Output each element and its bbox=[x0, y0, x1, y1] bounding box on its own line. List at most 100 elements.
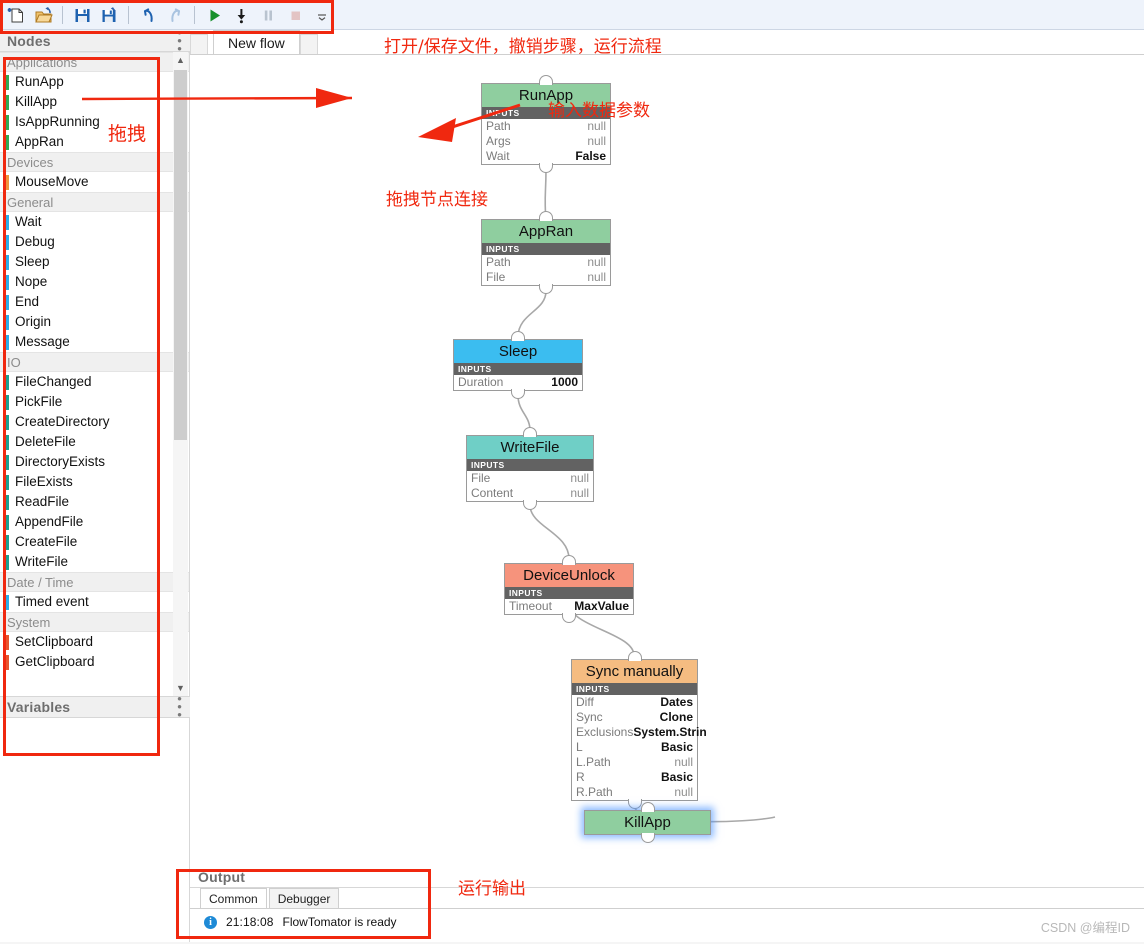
node-list-item-timed-event[interactable]: Timed event bbox=[0, 592, 189, 612]
node-input-value[interactable]: null bbox=[587, 255, 606, 270]
toolbar-overflow-button[interactable] bbox=[310, 3, 334, 27]
node-input-value[interactable]: null bbox=[587, 119, 606, 134]
node-output-port[interactable] bbox=[562, 613, 576, 623]
scroll-up-arrow-icon[interactable]: ▲ bbox=[173, 52, 188, 68]
node-input-row[interactable]: L Basic bbox=[572, 740, 697, 755]
node-input-value[interactable]: null bbox=[570, 471, 589, 486]
node-list-item-end[interactable]: End bbox=[0, 292, 189, 312]
variables-list[interactable] bbox=[0, 718, 190, 944]
node-input-value[interactable]: Basic bbox=[661, 740, 693, 755]
stop-button[interactable] bbox=[283, 3, 307, 27]
node-input-port[interactable] bbox=[640, 802, 655, 812]
node-list-item-mousemove[interactable]: MouseMove bbox=[0, 172, 189, 192]
node-input-value[interactable]: System.Strin bbox=[633, 725, 706, 740]
node-input-row[interactable]: Wait False bbox=[482, 149, 610, 164]
node-input-value[interactable]: null bbox=[674, 755, 693, 770]
variables-panel-menu-icon[interactable]: • • • bbox=[176, 692, 184, 721]
node-output-port[interactable] bbox=[511, 389, 525, 399]
node-input-port[interactable] bbox=[523, 427, 537, 437]
nodes-panel-menu-icon[interactable]: • • • bbox=[176, 26, 184, 55]
node-list-item-setclipboard[interactable]: SetClipboard bbox=[0, 632, 189, 652]
new-file-button[interactable] bbox=[4, 3, 28, 27]
node-input-value[interactable]: null bbox=[570, 486, 589, 501]
node-output-port[interactable] bbox=[627, 799, 642, 809]
node-input-row[interactable]: Diff Dates bbox=[572, 695, 697, 710]
node-list-item-isapprunning[interactable]: IsAppRunning bbox=[0, 112, 189, 132]
node-list-item-directoryexists[interactable]: DirectoryExists bbox=[0, 452, 189, 472]
node-input-row[interactable]: Args null bbox=[482, 134, 610, 149]
redo-button[interactable] bbox=[163, 3, 187, 27]
tab-new-flow[interactable]: New flow bbox=[213, 30, 300, 54]
node-list-item-message[interactable]: Message bbox=[0, 332, 189, 352]
nodes-list[interactable]: Applications RunApp KillApp IsAppRunning App… bbox=[0, 52, 190, 696]
node-input-row[interactable]: Timeout MaxValue bbox=[505, 599, 633, 614]
node-input-row[interactable]: File null bbox=[482, 270, 610, 285]
flow-canvas[interactable]: RunApp INPUTS Path null Args null Wait False App… bbox=[190, 55, 1144, 865]
flow-node-appran[interactable]: AppRan INPUTS Path null File null bbox=[481, 211, 611, 294]
node-list-item-debug[interactable]: Debug bbox=[0, 232, 189, 252]
node-input-value[interactable]: Dates bbox=[660, 695, 693, 710]
tab-strip-right-stub[interactable] bbox=[299, 34, 318, 54]
node-list-item-createfile[interactable]: CreateFile bbox=[0, 532, 189, 552]
node-list-item-nope[interactable]: Nope bbox=[0, 272, 189, 292]
flow-node-writefile[interactable]: WriteFile INPUTS File null Content null bbox=[466, 427, 594, 510]
node-list-item-fileexists[interactable]: FileExists bbox=[0, 472, 189, 492]
node-input-value[interactable]: MaxValue bbox=[574, 599, 629, 614]
node-input-port[interactable] bbox=[539, 75, 553, 85]
node-output-port[interactable] bbox=[640, 833, 655, 843]
node-list-item-readfile[interactable]: ReadFile bbox=[0, 492, 189, 512]
node-input-port[interactable] bbox=[539, 211, 553, 221]
node-input-value[interactable]: Clone bbox=[660, 710, 693, 725]
pause-button[interactable] bbox=[256, 3, 280, 27]
save-file-button[interactable] bbox=[70, 3, 94, 27]
tab-common[interactable]: Common bbox=[200, 888, 267, 908]
flow-node-deviceunlock[interactable]: DeviceUnlock INPUTS Timeout MaxValue bbox=[504, 555, 634, 623]
node-input-value[interactable]: null bbox=[587, 270, 606, 285]
flow-node-killapp[interactable]: KillApp bbox=[584, 802, 711, 843]
node-list-item-runapp[interactable]: RunApp bbox=[0, 72, 189, 92]
node-list-item-appendfile[interactable]: AppendFile bbox=[0, 512, 189, 532]
node-input-port[interactable] bbox=[511, 331, 525, 341]
node-list-item-origin[interactable]: Origin bbox=[0, 312, 189, 332]
node-input-value[interactable]: Basic bbox=[661, 770, 693, 785]
node-list-item-createdirectory[interactable]: CreateDirectory bbox=[0, 412, 189, 432]
node-list-item-pickfile[interactable]: PickFile bbox=[0, 392, 189, 412]
node-input-row[interactable]: L.Path null bbox=[572, 755, 697, 770]
node-input-value[interactable]: 1000 bbox=[551, 375, 578, 390]
node-input-port[interactable] bbox=[562, 555, 576, 565]
node-output-port[interactable] bbox=[523, 500, 537, 510]
save-as-button[interactable] bbox=[97, 3, 121, 27]
node-list-item-appran[interactable]: AppRan bbox=[0, 132, 189, 152]
node-list-item-filechanged[interactable]: FileChanged bbox=[0, 372, 189, 392]
node-input-value[interactable]: null bbox=[587, 134, 606, 149]
flow-node-sleep[interactable]: Sleep INPUTS Duration 1000 bbox=[453, 331, 583, 399]
node-input-row[interactable]: Duration 1000 bbox=[454, 375, 582, 390]
node-list-item-killapp[interactable]: KillApp bbox=[0, 92, 189, 112]
open-file-button[interactable] bbox=[31, 3, 55, 27]
node-input-row[interactable]: Sync Clone bbox=[572, 710, 697, 725]
node-input-row[interactable]: File null bbox=[467, 471, 593, 486]
tab-debugger[interactable]: Debugger bbox=[268, 888, 340, 908]
flow-node-syncmanually[interactable]: Sync manually INPUTS Diff Dates Sync Clone Exc… bbox=[571, 651, 707, 809]
undo-button[interactable] bbox=[136, 3, 160, 27]
run-button[interactable] bbox=[202, 3, 226, 27]
node-input-row[interactable]: R Basic bbox=[572, 770, 697, 785]
node-output-port[interactable] bbox=[539, 284, 553, 294]
node-input-row[interactable]: Path null bbox=[482, 255, 610, 270]
step-button[interactable] bbox=[229, 3, 253, 27]
node-input-row[interactable]: R.Path null bbox=[572, 785, 697, 800]
nodes-list-scrollbar[interactable]: ▲ ▼ bbox=[173, 52, 188, 696]
node-input-port[interactable] bbox=[627, 651, 642, 661]
scrollbar-thumb[interactable] bbox=[174, 70, 187, 440]
node-input-value[interactable]: null bbox=[674, 785, 693, 800]
node-input-row[interactable]: Path null bbox=[482, 119, 610, 134]
node-input-value[interactable]: False bbox=[575, 149, 606, 164]
node-list-item-getclipboard[interactable]: GetClipboard bbox=[0, 652, 189, 672]
node-input-row[interactable]: Content null bbox=[467, 486, 593, 501]
node-list-item-wait[interactable]: Wait bbox=[0, 212, 189, 232]
node-list-item-writefile[interactable]: WriteFile bbox=[0, 552, 189, 572]
scroll-down-arrow-icon[interactable]: ▼ bbox=[173, 680, 188, 696]
node-list-item-deletefile[interactable]: DeleteFile bbox=[0, 432, 189, 452]
node-list-item-sleep[interactable]: Sleep bbox=[0, 252, 189, 272]
node-input-row[interactable]: Exclusions System.Strin bbox=[572, 725, 707, 740]
